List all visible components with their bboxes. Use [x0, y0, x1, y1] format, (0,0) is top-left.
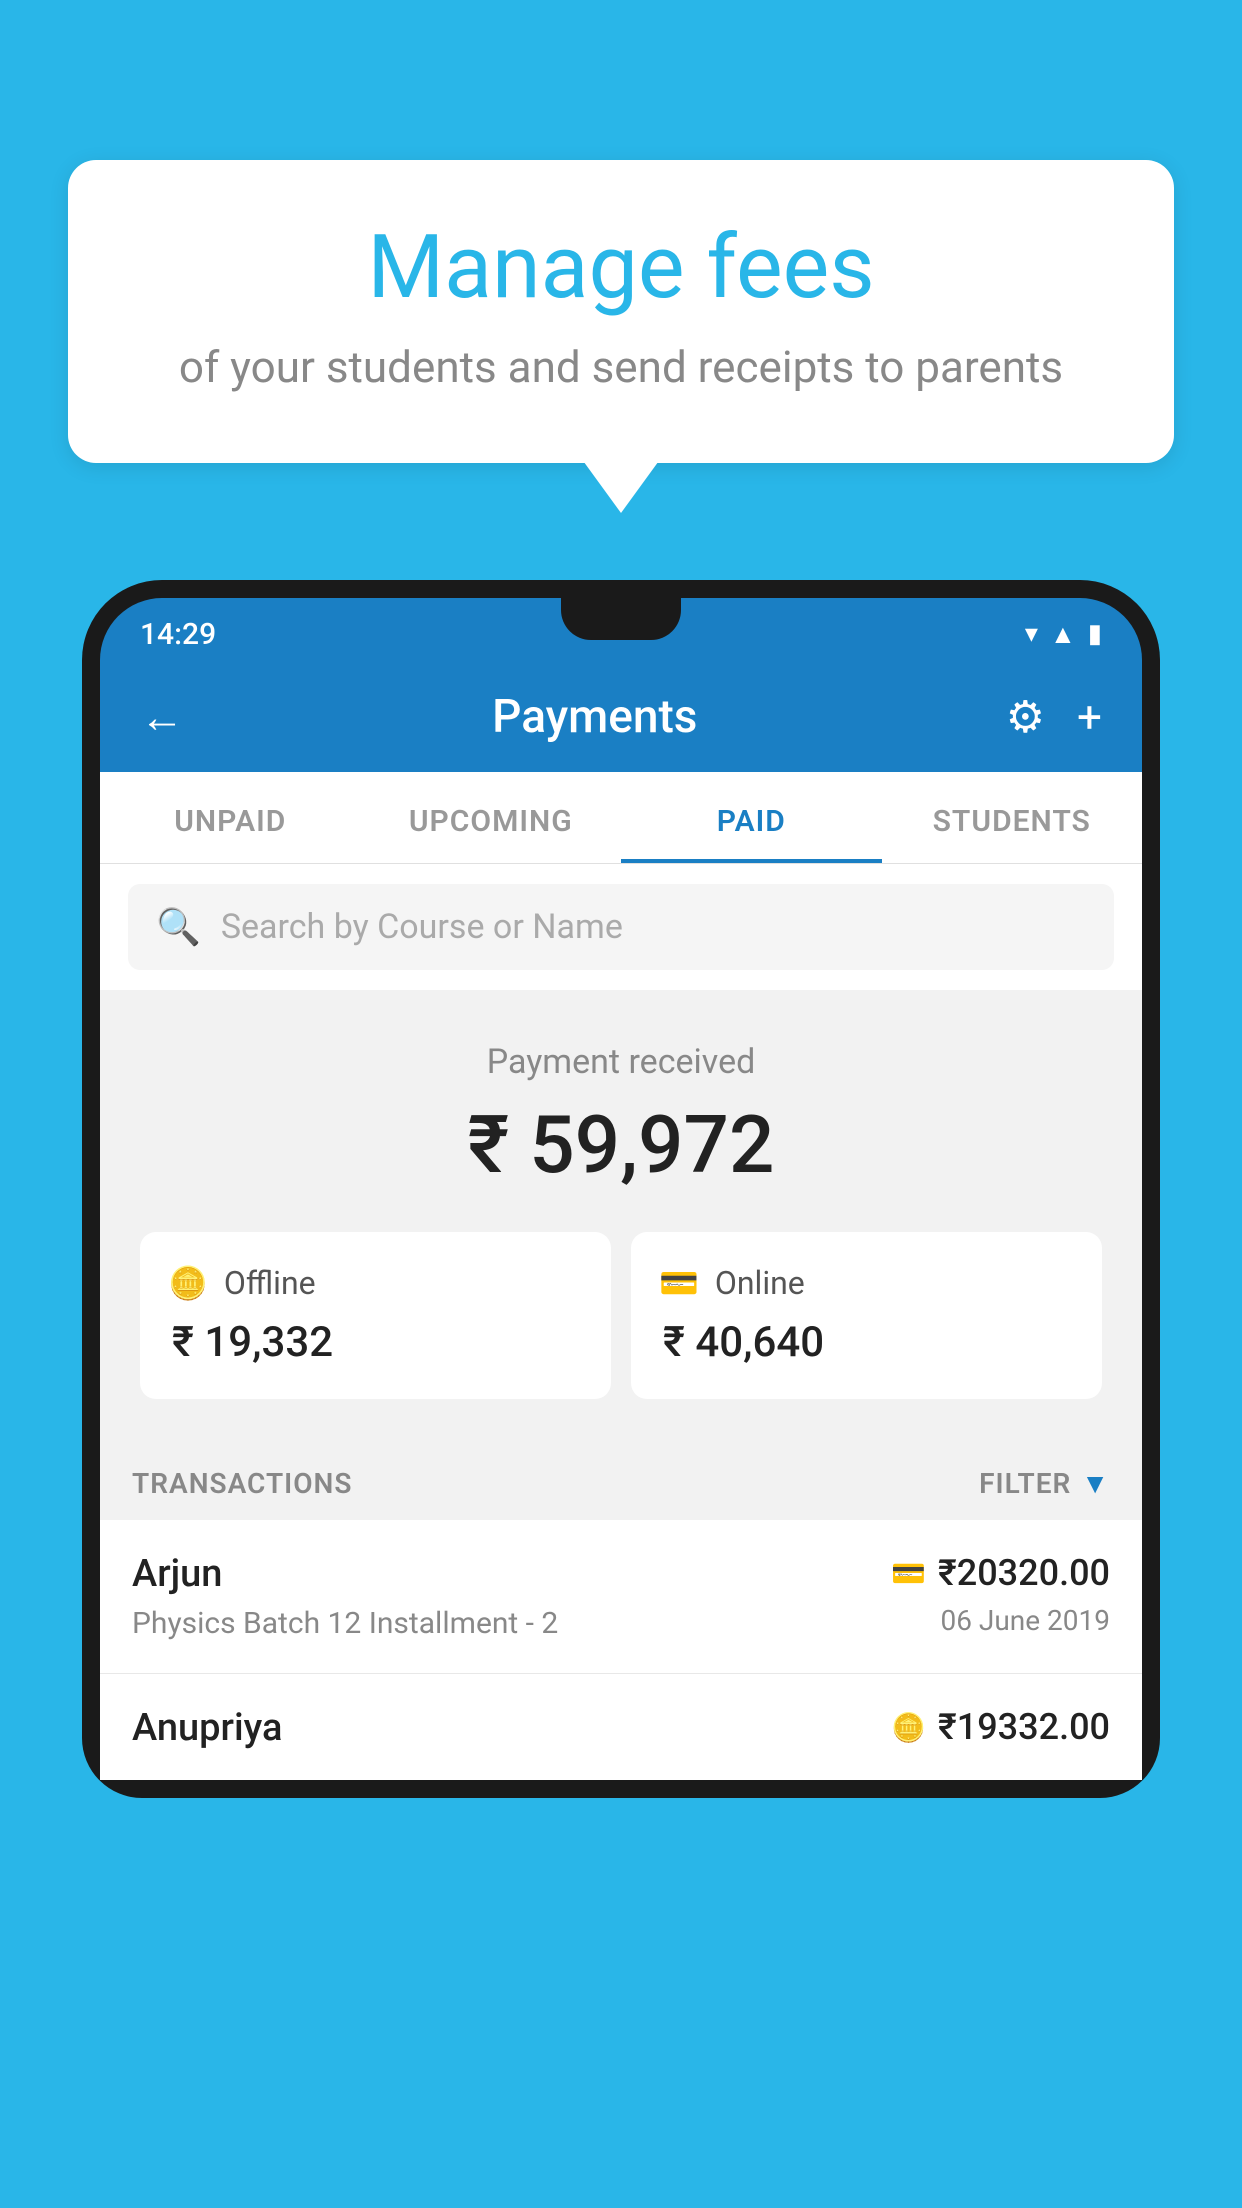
filter-button[interactable]: FILTER ▼ [979, 1467, 1110, 1500]
signal-icon: ▲ [1050, 619, 1076, 650]
transaction-amount: ₹19332.00 [938, 1706, 1110, 1748]
header-actions: ⚙ + [1006, 691, 1102, 743]
speech-bubble: Manage fees of your students and send re… [68, 160, 1174, 463]
filter-label: FILTER [979, 1467, 1071, 1500]
amount-row: 💳 ₹20320.00 [891, 1552, 1110, 1594]
transaction-name: Anupriya [132, 1706, 891, 1750]
notch [561, 598, 681, 640]
tab-paid[interactable]: PAID [621, 772, 882, 863]
amount-row: 🪙 ₹19332.00 [891, 1706, 1110, 1748]
transactions-header: TRANSACTIONS FILTER ▼ [100, 1439, 1142, 1520]
online-icon: 💳 [659, 1264, 699, 1302]
online-payment-card: 💳 Online ₹ 40,640 [631, 1232, 1102, 1399]
offline-card-header: 🪙 Offline [168, 1264, 583, 1302]
transaction-amount-info: 🪙 ₹19332.00 [891, 1706, 1110, 1758]
filter-icon: ▼ [1081, 1467, 1110, 1500]
offline-label: Offline [224, 1264, 316, 1302]
offline-icon: 🪙 [168, 1264, 208, 1302]
offline-amount: ₹ 19,332 [168, 1318, 583, 1367]
online-amount: ₹ 40,640 [659, 1318, 1074, 1367]
search-container: 🔍 Search by Course or Name [100, 864, 1142, 990]
status-icons: ▾ ▲ ▮ [1025, 619, 1102, 650]
tab-students[interactable]: STUDENTS [882, 772, 1143, 863]
payment-received-section: Payment received ₹ 59,972 🪙 Offline ₹ 19… [100, 990, 1142, 1439]
phone-mockup: 14:29 ▾ ▲ ▮ ← Payments ⚙ + UNPAID UPCOMI… [82, 580, 1160, 2208]
bubble-subtitle: of your students and send receipts to pa… [148, 341, 1094, 393]
payment-total-amount: ₹ 59,972 [140, 1098, 1102, 1192]
transaction-info: Anupriya [132, 1706, 891, 1760]
offline-payment-card: 🪙 Offline ₹ 19,332 [140, 1232, 611, 1399]
app-header: ← Payments ⚙ + [100, 670, 1142, 772]
search-input[interactable]: Search by Course or Name [221, 907, 623, 947]
tab-unpaid[interactable]: UNPAID [100, 772, 361, 863]
status-time: 14:29 [140, 617, 216, 652]
online-card-header: 💳 Online [659, 1264, 1074, 1302]
status-bar: 14:29 ▾ ▲ ▮ [100, 598, 1142, 670]
transaction-info: Arjun Physics Batch 12 Installment - 2 [132, 1552, 891, 1641]
card-icon: 💳 [891, 1557, 926, 1590]
settings-icon[interactable]: ⚙ [1006, 691, 1045, 743]
transaction-amount-info: 💳 ₹20320.00 06 June 2019 [891, 1552, 1110, 1637]
wifi-icon: ▾ [1025, 619, 1038, 649]
bubble-title: Manage fees [148, 220, 1094, 317]
table-row[interactable]: Arjun Physics Batch 12 Installment - 2 💳… [100, 1520, 1142, 1674]
transaction-amount: ₹20320.00 [938, 1552, 1110, 1594]
search-icon: 🔍 [156, 906, 201, 948]
phone-frame: 14:29 ▾ ▲ ▮ ← Payments ⚙ + UNPAID UPCOMI… [82, 580, 1160, 1798]
tabs-bar: UNPAID UPCOMING PAID STUDENTS [100, 772, 1142, 864]
header-title: Payments [492, 690, 697, 744]
cash-icon: 🪙 [891, 1711, 926, 1744]
transactions-label: TRANSACTIONS [132, 1467, 352, 1500]
payment-received-label: Payment received [140, 1042, 1102, 1082]
online-label: Online [715, 1264, 805, 1302]
transaction-name: Arjun [132, 1552, 891, 1596]
battery-icon: ▮ [1088, 619, 1102, 649]
phone-screen: UNPAID UPCOMING PAID STUDENTS 🔍 Search b… [100, 772, 1142, 1780]
table-row[interactable]: Anupriya 🪙 ₹19332.00 [100, 1674, 1142, 1780]
transaction-date: 06 June 2019 [891, 1604, 1110, 1637]
search-box[interactable]: 🔍 Search by Course or Name [128, 884, 1114, 970]
add-icon[interactable]: + [1077, 691, 1102, 743]
payment-cards: 🪙 Offline ₹ 19,332 💳 Online ₹ 40,640 [140, 1232, 1102, 1399]
tab-upcoming[interactable]: UPCOMING [361, 772, 622, 863]
transaction-detail: Physics Batch 12 Installment - 2 [132, 1606, 891, 1641]
back-button[interactable]: ← [140, 691, 184, 743]
